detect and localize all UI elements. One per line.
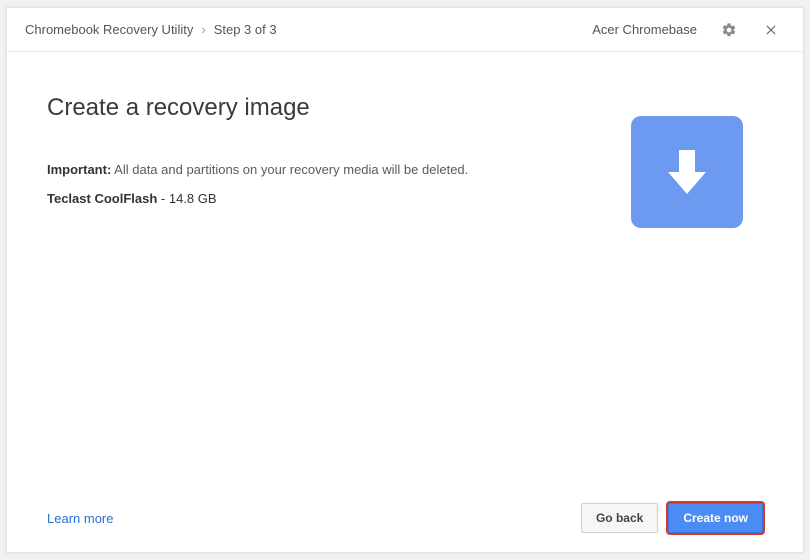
gear-icon[interactable]: [715, 16, 743, 44]
download-arrow-icon: [631, 116, 743, 228]
media-size: 14.8 GB: [169, 191, 217, 206]
device-name: Acer Chromebase: [592, 22, 697, 37]
close-icon[interactable]: [757, 16, 785, 44]
content-area: Create a recovery image Important: All d…: [7, 52, 803, 490]
step-label: Step 3 of 3: [214, 22, 277, 37]
app-title: Chromebook Recovery Utility: [25, 22, 193, 37]
footer: Learn more Go back Create now: [7, 490, 803, 552]
important-message: All data and partitions on your recovery…: [111, 162, 468, 177]
important-label: Important:: [47, 162, 111, 177]
media-name: Teclast CoolFlash: [47, 191, 157, 206]
titlebar: Chromebook Recovery Utility › Step 3 of …: [7, 8, 803, 52]
media-sep: -: [157, 191, 169, 206]
create-now-button[interactable]: Create now: [668, 503, 763, 533]
learn-more-link[interactable]: Learn more: [47, 511, 113, 526]
go-back-button[interactable]: Go back: [581, 503, 658, 533]
breadcrumb-chevron: ›: [201, 22, 205, 37]
app-window: Chromebook Recovery Utility › Step 3 of …: [6, 7, 804, 553]
